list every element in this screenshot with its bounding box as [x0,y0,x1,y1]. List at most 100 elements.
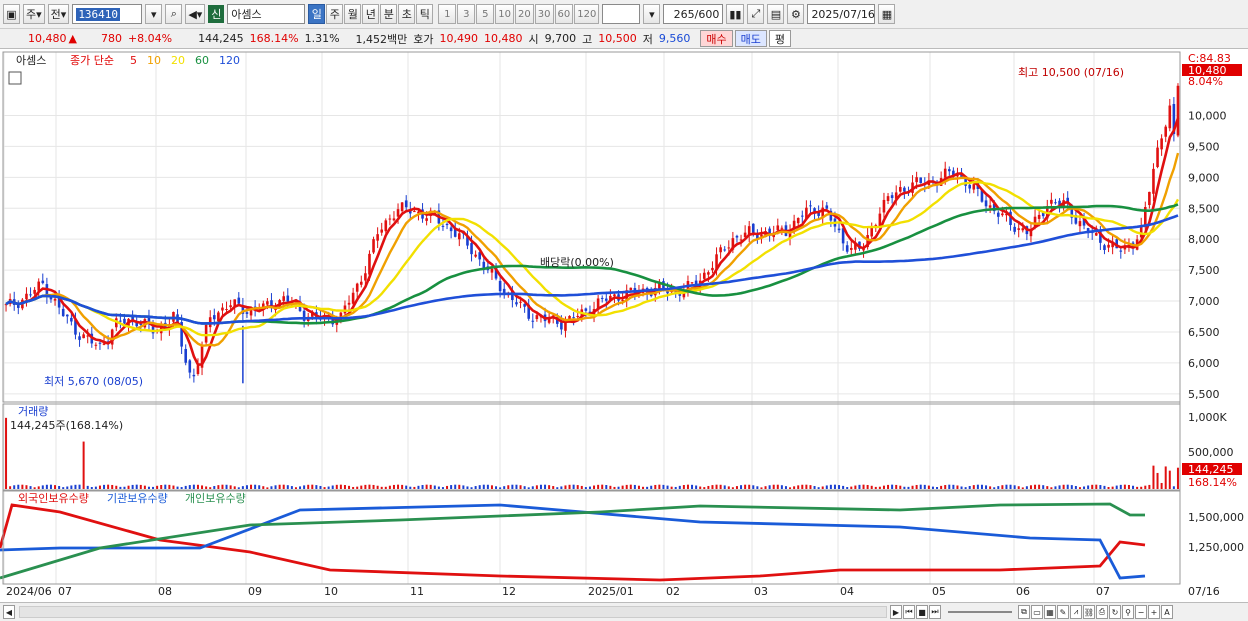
print-icon[interactable]: ⎙ [1096,605,1108,619]
calendar-icon[interactable]: ▦ [878,4,896,24]
volume-bar [613,486,616,489]
volume-bar [993,487,996,489]
date-input[interactable]: 2025/07/16 [807,4,876,24]
code-dropdown-icon[interactable]: ▾ [145,4,163,24]
tool-icon[interactable]: ✎ [1057,605,1069,619]
volume-bar [429,484,432,489]
refresh-icon[interactable]: ↻ [1109,605,1121,619]
alt-order-button[interactable]: 평 [768,30,792,47]
zoom-icon[interactable]: ⚲ [1122,605,1134,619]
interval-tab-0[interactable]: 일 [308,4,326,24]
link-icon[interactable]: ⛓ [1083,605,1095,619]
buy-button[interactable]: 매수 [700,30,733,47]
grid-icon[interactable]: ▦ [1044,605,1056,619]
compare-select[interactable]: 전 ▾ [47,4,70,24]
search-icon[interactable]: ⌕ [165,4,183,24]
period-select[interactable]: 주 ▾ [23,4,45,24]
layout-icon[interactable]: ▣ [3,4,20,24]
stop-icon[interactable]: ■ [916,605,928,619]
legend-ma-period: 20 [171,54,185,67]
volume-bar [584,487,587,489]
volume-bar [209,487,212,489]
zoom-out-icon[interactable]: − [1135,605,1147,619]
draw-tool-icon[interactable]: ⤢ [747,4,765,24]
scroll-left-icon[interactable]: ◀ [3,605,15,619]
volume-bar [654,484,657,489]
volume-value: 144,245 [198,32,244,45]
window-icon[interactable]: ▭ [1031,605,1043,619]
volume-bar [1034,484,1037,489]
copy-icon[interactable]: ⧉ [1018,605,1030,619]
minute-preset-60[interactable]: 60 [554,4,574,24]
minute-preset-3[interactable]: 3 [457,4,476,24]
minute-preset-120[interactable]: 120 [574,4,600,24]
x-axis-label: 08 [158,585,172,598]
candle-body [245,312,249,314]
volume-bar [866,484,869,489]
candle-type-icon[interactable]: ▮▮ [726,4,745,24]
x-axis-label: 06 [1016,585,1030,598]
stock-code-input[interactable]: 136410 [72,4,143,24]
volume-bar [670,486,673,489]
interval-tab-3[interactable]: 년 [362,4,380,24]
interval-tab-4[interactable]: 분 [380,4,398,24]
trade-amount: 1,452백만 [355,32,408,46]
speaker-icon[interactable]: ◀▾ [185,4,206,24]
minute-preset-5[interactable]: 5 [476,4,495,24]
volume-bar [123,486,126,489]
legend-ma-period: 120 [219,54,240,67]
volume-bar [1087,485,1090,489]
scroll-right-icon[interactable]: ▶ [890,605,902,619]
interval-tab-6[interactable]: 틱 [416,4,434,24]
candle-body [380,229,384,233]
candle-body [1164,126,1168,137]
price-tick-label: 9,000 [1188,171,1220,184]
volume-bar [899,485,902,489]
volume-bar [1107,487,1110,489]
x-axis-end-label: 07/16 [1188,585,1220,598]
first-page-icon[interactable]: ⏮ [903,605,915,619]
volume-bar [870,485,873,489]
candle-body [37,281,41,291]
candle-body [400,202,404,212]
candle-body [61,308,65,317]
interval-tab-2[interactable]: 월 [344,4,362,24]
stock-name-field[interactable]: 아셈스 [227,4,306,24]
last-page-icon[interactable]: ⏭ [929,605,941,619]
volume-bar [511,484,514,489]
font-size-icon[interactable]: A [1161,605,1173,619]
settings-gear-icon[interactable]: ⚙ [787,4,805,24]
graph-icon[interactable]: ⩘ [1070,605,1082,619]
volume-bar [299,486,302,489]
volume-bar [433,485,436,489]
volume-bar [535,485,538,489]
volume-bar [1123,484,1126,489]
zoom-slider[interactable] [948,611,1012,613]
interval-tabs: 일주월년분초틱 [308,4,434,24]
volume-bar [968,485,971,489]
minute-preset-10[interactable]: 10 [495,4,515,24]
stock-chart[interactable]: 10,000 9,500 9,000 8,500 8,000 7,500 7,000 6,50… [0,50,1248,603]
volume-bar [466,486,469,489]
interval-tab-5[interactable]: 초 [398,4,416,24]
volume-bar [952,484,955,489]
volume-bar [78,484,81,489]
zoom-in-icon[interactable]: + [1148,605,1160,619]
volume-bar [70,485,73,489]
save-icon[interactable]: ▤ [767,4,785,24]
minute-preset-1[interactable]: 1 [438,4,457,24]
candle-body [584,308,588,311]
unit-dropdown-icon[interactable]: ▾ [643,4,661,24]
minute-preset-30[interactable]: 30 [534,4,554,24]
interval-tab-1[interactable]: 주 [326,4,344,24]
minute-preset-20[interactable]: 20 [515,4,534,24]
panel-border-0 [2,51,1181,403]
range-input[interactable]: 265/600 [663,4,724,24]
sell-button[interactable]: 매도 [734,30,767,47]
horizontal-scrollbar[interactable] [19,606,887,618]
volume-bar [797,485,800,489]
unit-input[interactable] [602,4,641,24]
volume-bar [25,485,28,489]
volume-bar [107,484,110,489]
volume-bar [450,485,453,489]
